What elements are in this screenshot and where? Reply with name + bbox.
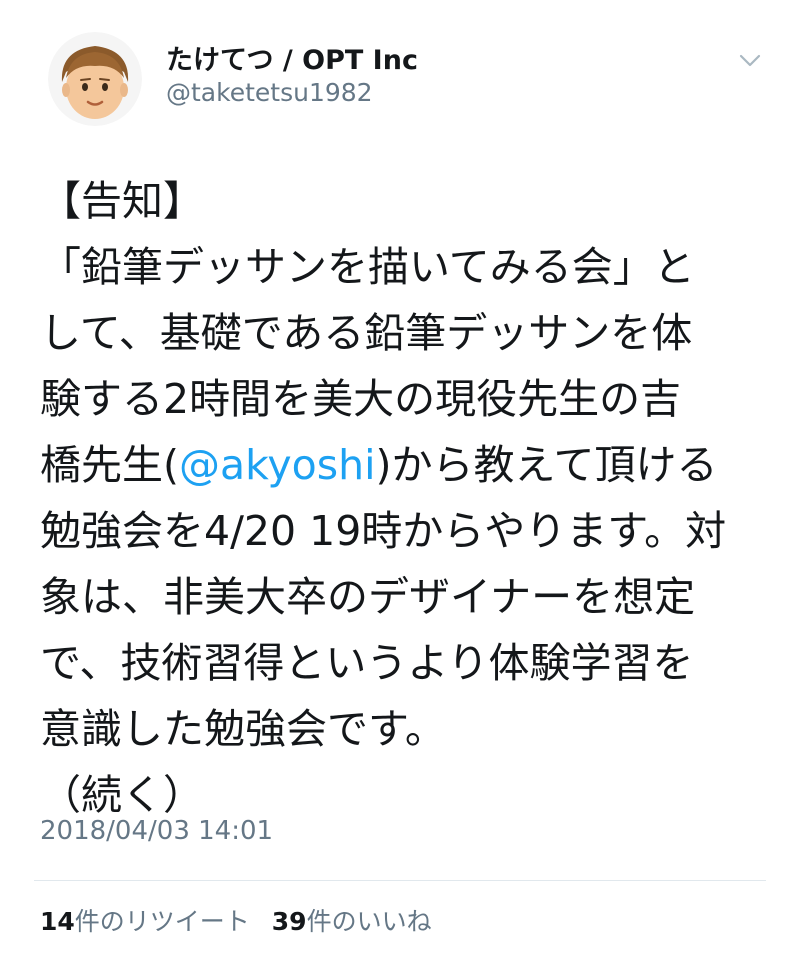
tweet-line: 橋先生(@akyoshi)から教えて頂ける bbox=[40, 432, 770, 498]
tweet-text-segment: で、技術習得というより体験学習を bbox=[40, 639, 694, 687]
tweet-text-segment: )から教えて頂ける bbox=[375, 441, 718, 489]
tweet-timestamp[interactable]: 2018/04/03 14:01 bbox=[40, 816, 273, 846]
avatar[interactable] bbox=[48, 32, 142, 126]
tweet-text-segment: 【告知】 bbox=[40, 177, 204, 225]
display-name[interactable]: たけてつ / OPT Inc bbox=[166, 38, 418, 77]
tweet-text-segment: して、基礎である鉛筆デッサンを体 bbox=[40, 309, 693, 357]
like-stat[interactable]: 39件のいいね bbox=[272, 907, 432, 936]
tweet-line: で、技術習得というより体験学習を bbox=[40, 630, 770, 696]
like-label: 件のいいね bbox=[306, 907, 432, 936]
tweet-line: 勉強会を4/20 19時からやります。対 bbox=[40, 498, 770, 564]
tweet-text-segment: 象は、非美大卒のデザイナーを想定 bbox=[40, 573, 696, 621]
tweet-text-segment: 「鉛筆デッサンを描いてみる会」と bbox=[40, 243, 695, 291]
avatar-face-icon bbox=[48, 32, 142, 126]
tweet-line: して、基礎である鉛筆デッサンを体 bbox=[40, 300, 770, 366]
retweet-stat[interactable]: 14件のリツイート bbox=[40, 907, 250, 936]
chevron-down-icon[interactable] bbox=[736, 46, 764, 74]
tweet-text-segment: 意識した勉強会です。 bbox=[40, 705, 446, 753]
tweet-card: たけてつ / OPT Inc @taketetsu1982 【告知】 「鉛筆デッ… bbox=[0, 0, 800, 964]
tweet-line: 【告知】 bbox=[40, 168, 770, 234]
tweet-line: 意識した勉強会です。 bbox=[40, 696, 770, 762]
tweet-line: 「鉛筆デッサンを描いてみる会」と bbox=[40, 234, 770, 300]
engagement-stats: 14件のリツイート 39件のいいね bbox=[40, 902, 446, 938]
tweet-text-segment: （続く） bbox=[40, 771, 204, 819]
divider bbox=[34, 880, 766, 881]
user-handle[interactable]: @taketetsu1982 bbox=[166, 78, 373, 107]
tweet-text-segment: 橋先生( bbox=[40, 441, 179, 489]
tweet-text-segment: 勉強会を4/20 19時からやります。対 bbox=[40, 507, 727, 555]
tweet-line: 象は、非美大卒のデザイナーを想定 bbox=[40, 564, 770, 630]
like-count: 39 bbox=[271, 907, 307, 936]
tweet-text-segment: 験する2時間を美大の現役先生の吉 bbox=[40, 375, 682, 423]
tweet-line: 験する2時間を美大の現役先生の吉 bbox=[40, 366, 770, 432]
retweet-count: 14 bbox=[40, 907, 75, 936]
retweet-label: 件のリツイート bbox=[74, 907, 250, 936]
tweet-text: 【告知】 「鉛筆デッサンを描いてみる会」と して、基礎である鉛筆デッサンを体 験… bbox=[40, 168, 770, 828]
mention-link[interactable]: @akyoshi bbox=[179, 441, 376, 489]
